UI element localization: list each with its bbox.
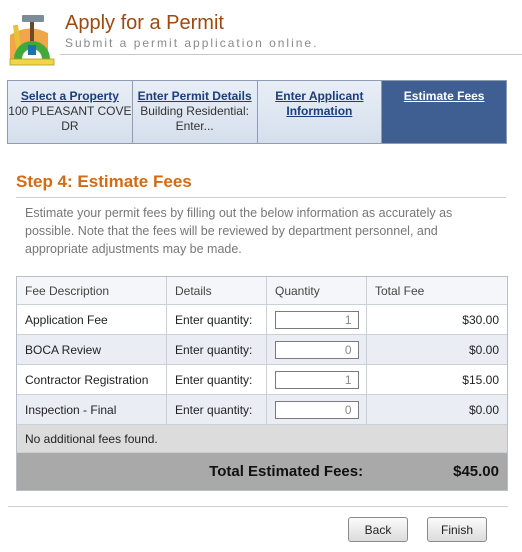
table-row: BOCA Review Enter quantity: $0.00 xyxy=(17,335,507,365)
page-subtitle: Submit a permit application online. xyxy=(65,36,319,50)
table-row: Inspection - Final Enter quantity: $0.00 xyxy=(17,395,507,425)
fee-total: $0.00 xyxy=(468,342,499,357)
total-value: $45.00 xyxy=(453,463,499,480)
tools-permit-icon xyxy=(9,15,55,66)
fee-total: $30.00 xyxy=(462,312,499,327)
header-divider xyxy=(60,54,522,55)
wizard-step-detail: 100 PLEASANT COVE DR xyxy=(8,104,132,133)
table-row: Application Fee Enter quantity: $30.00 xyxy=(17,305,507,335)
fee-description: Contractor Registration xyxy=(17,365,167,394)
quantity-input[interactable] xyxy=(274,340,359,359)
quantity-input[interactable] xyxy=(274,310,359,329)
fee-description: BOCA Review xyxy=(17,335,167,364)
wizard-step-label[interactable]: Select a Property xyxy=(8,89,132,104)
quantity-cell xyxy=(267,365,367,394)
no-additional-fees-note: No additional fees found. xyxy=(17,425,507,453)
quantity-cell xyxy=(267,395,367,424)
wizard-step-label[interactable]: Enter Applicant Information xyxy=(258,89,382,119)
fee-description: Application Fee xyxy=(17,305,167,334)
wizard-step-label[interactable]: Estimate Fees xyxy=(382,89,506,104)
page-header: Apply for a Permit Submit a permit appli… xyxy=(0,0,522,66)
wizard-steps: Select a Property 100 PLEASANT COVE DR E… xyxy=(7,80,507,144)
wizard-step-estimate-fees[interactable]: Estimate Fees xyxy=(382,81,506,143)
fee-details: Enter quantity: xyxy=(167,365,267,394)
fee-total: $15.00 xyxy=(462,372,499,387)
fee-description: Inspection - Final xyxy=(17,395,167,424)
table-header-row: Fee Description Details Quantity Total F… xyxy=(17,277,507,305)
wizard-step-applicant-info[interactable]: Enter Applicant Information xyxy=(257,81,383,143)
quantity-input[interactable] xyxy=(274,370,359,389)
step-divider xyxy=(16,197,506,198)
fee-details: Enter quantity: xyxy=(167,305,267,334)
column-header: Details xyxy=(167,277,267,304)
wizard-step-permit-details[interactable]: Enter Permit Details Building Residentia… xyxy=(132,81,258,143)
wizard-step-detail: Building Residential: Enter... xyxy=(140,104,249,133)
step-heading: Step 4: Estimate Fees xyxy=(16,172,192,191)
column-header: Fee Description xyxy=(17,277,167,304)
quantity-cell xyxy=(267,335,367,364)
column-header: Quantity xyxy=(267,277,367,304)
quantity-input[interactable] xyxy=(274,400,359,419)
fees-table: Fee Description Details Quantity Total F… xyxy=(16,276,508,491)
finish-button[interactable]: Finish xyxy=(427,517,487,542)
wizard-step-select-property[interactable]: Select a Property 100 PLEASANT COVE DR xyxy=(8,81,133,143)
instructions-text: Estimate your permit fees by filling out… xyxy=(25,206,453,256)
quantity-cell xyxy=(267,305,367,334)
table-row: Contractor Registration Enter quantity: … xyxy=(17,365,507,395)
wizard-step-label[interactable]: Enter Permit Details xyxy=(133,89,257,104)
total-label: Total Estimated Fees: xyxy=(209,463,364,480)
back-button[interactable]: Back xyxy=(348,517,408,542)
fee-total: $0.00 xyxy=(468,402,499,417)
footer-divider xyxy=(8,506,508,507)
fee-details: Enter quantity: xyxy=(167,335,267,364)
fee-details: Enter quantity: xyxy=(167,395,267,424)
total-row: Total Estimated Fees: $45.00 xyxy=(17,453,507,490)
page-title: Apply for a Permit xyxy=(65,12,224,34)
column-header: Total Fee xyxy=(375,283,425,298)
